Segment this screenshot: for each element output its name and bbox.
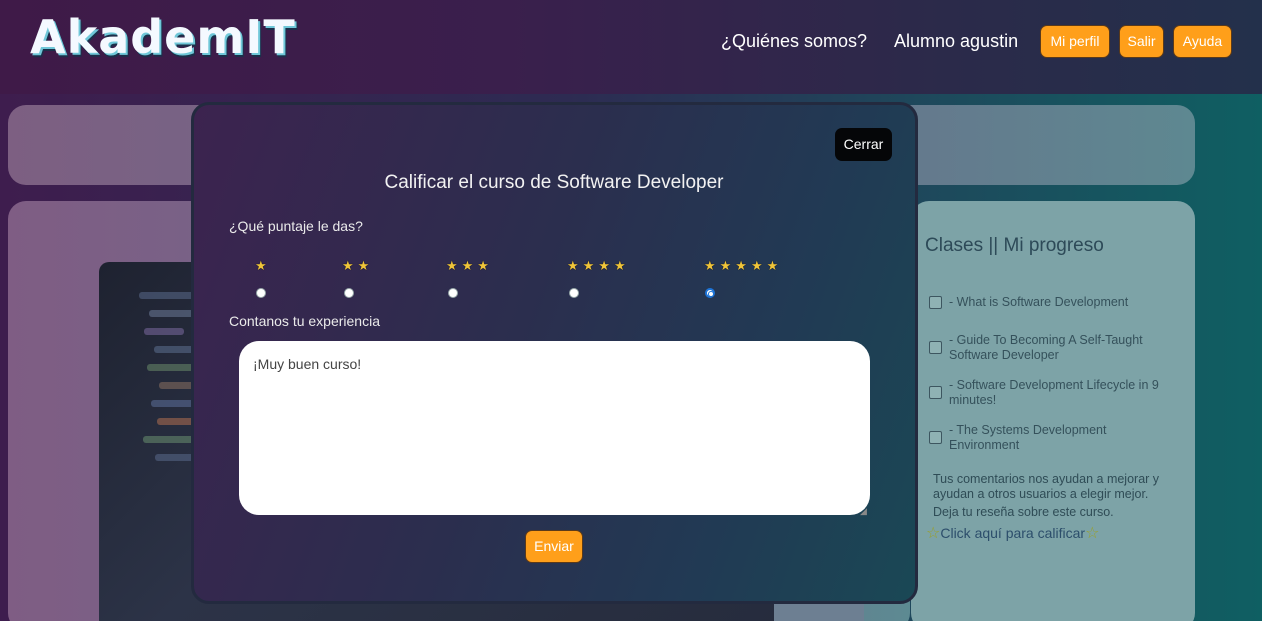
rating-radio-5[interactable] bbox=[705, 288, 715, 298]
rating-stars-1: ★ bbox=[255, 258, 271, 273]
lesson-item[interactable]: - What is Software Development bbox=[929, 295, 1174, 310]
resize-grip-icon[interactable]: ◢ bbox=[860, 506, 867, 517]
lesson-item[interactable]: - Guide To Becoming A Self-Taught Softwa… bbox=[929, 333, 1174, 363]
rating-radio-2[interactable] bbox=[344, 288, 354, 298]
nav-about-link[interactable]: ¿Quiénes somos? bbox=[721, 31, 867, 52]
logout-button[interactable]: Salir bbox=[1119, 25, 1164, 58]
feedback-note: Tus comentarios nos ayudan a mejorar y a… bbox=[933, 472, 1160, 501]
lesson-label[interactable]: - Software Development Lifecycle in 9 mi… bbox=[949, 378, 1174, 408]
rating-stars-5: ★★★★★ bbox=[704, 258, 783, 273]
lesson-checkbox[interactable] bbox=[929, 386, 942, 399]
site-logo[interactable]: AkademIT bbox=[30, 10, 296, 64]
close-button[interactable]: Cerrar bbox=[835, 128, 892, 161]
top-navbar: AkademIT ¿Quiénes somos? Alumno agustin … bbox=[0, 0, 1262, 94]
panel-divider bbox=[774, 604, 864, 621]
lesson-label[interactable]: - Guide To Becoming A Self-Taught Softwa… bbox=[949, 333, 1174, 363]
modal-title: Calificar el curso de Software Developer bbox=[384, 172, 724, 193]
rate-course-link[interactable]: ☆ Click aquí para calificar ☆ bbox=[926, 523, 1099, 543]
nav-user-name: Alumno agustin bbox=[894, 31, 1019, 51]
rating-stars-3: ★★★ bbox=[446, 258, 493, 273]
rate-course-link-label[interactable]: Click aquí para calificar bbox=[940, 525, 1085, 541]
star-outline-icon: ☆ bbox=[926, 525, 941, 542]
review-prompt: Deja tu reseña sobre este curso. bbox=[933, 505, 1114, 519]
profile-button[interactable]: Mi perfil bbox=[1040, 25, 1110, 58]
lesson-checkbox[interactable] bbox=[929, 431, 942, 444]
lesson-item[interactable]: - The Systems Development Environment bbox=[929, 423, 1174, 453]
rating-stars-4: ★★★★ bbox=[567, 258, 630, 273]
experience-label: Contanos tu experiencia bbox=[229, 313, 380, 329]
lesson-item[interactable]: - Software Development Lifecycle in 9 mi… bbox=[929, 378, 1174, 408]
rating-stars-2: ★★ bbox=[342, 258, 374, 273]
send-button[interactable]: Enviar bbox=[525, 530, 583, 563]
lesson-label[interactable]: - The Systems Development Environment bbox=[949, 423, 1174, 453]
progress-sidebar bbox=[911, 201, 1195, 621]
rating-radio-4[interactable] bbox=[569, 288, 579, 298]
lesson-checkbox[interactable] bbox=[929, 341, 942, 354]
sidebar-title: Clases || Mi progreso bbox=[925, 235, 1104, 256]
rating-radio-1[interactable] bbox=[256, 288, 266, 298]
score-question: ¿Qué puntaje le das? bbox=[229, 218, 363, 234]
lesson-label[interactable]: - What is Software Development bbox=[949, 295, 1174, 310]
help-button[interactable]: Ayuda bbox=[1173, 25, 1232, 58]
rating-radio-3[interactable] bbox=[448, 288, 458, 298]
lesson-checkbox[interactable] bbox=[929, 296, 942, 309]
star-outline-icon: ☆ bbox=[1085, 525, 1100, 542]
experience-textarea[interactable]: ¡Muy buen curso! bbox=[239, 341, 870, 515]
